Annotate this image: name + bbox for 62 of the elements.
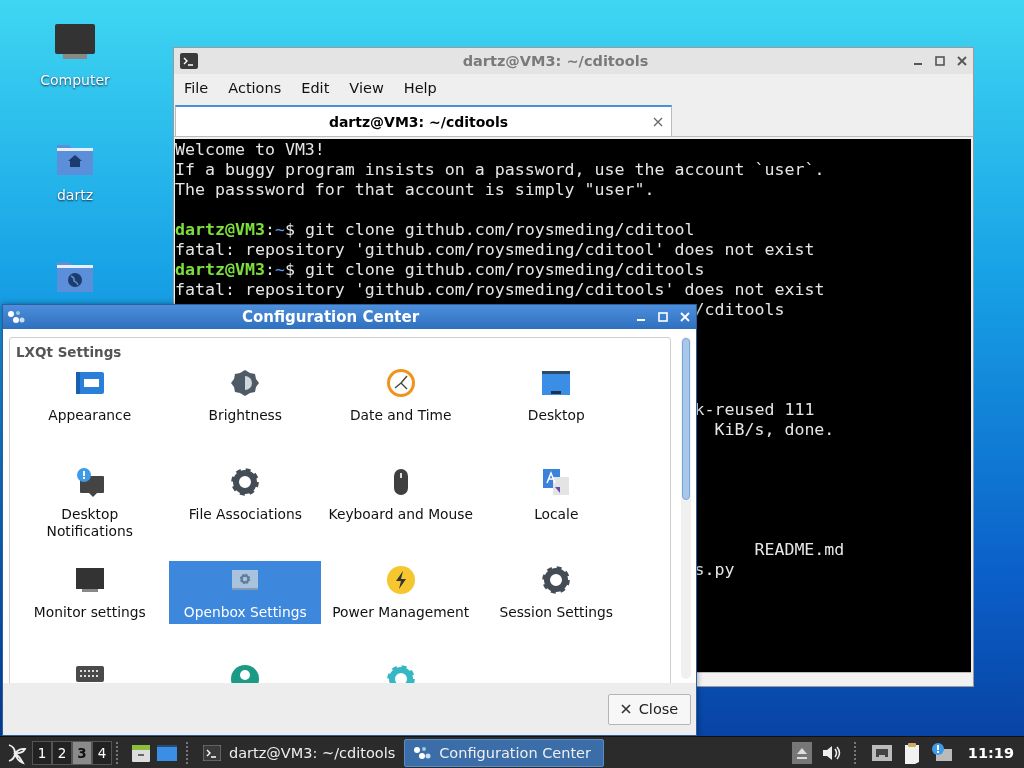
terminal-line: fatal: repository 'github.com/roysmeding/cditools' does not exist [175,280,825,300]
terminal-icon [180,53,198,69]
desktop-switch-button[interactable]: 4 [92,740,112,765]
notification-icon[interactable] [930,742,953,763]
app-logo-icon [7,309,25,325]
settings-item[interactable]: Keyboard and Mouse [324,462,477,526]
desktop-switch-button[interactable]: 3 [72,740,92,765]
network-icon[interactable] [870,742,893,763]
terminal-line: s.py [694,560,735,580]
terminal-line: Welcome to VM3! [175,140,325,160]
scrollbar[interactable] [681,337,691,679]
translate-icon [541,466,572,497]
window-title: dartz@VM3: ~/cditools [461,53,650,69]
close-icon [620,704,631,714]
terminal-line: If a buggy program insists on a password, use the account `user`. [175,160,825,180]
monitor-icon [74,565,105,595]
menu-item[interactable]: Edit [291,78,340,98]
settings-item[interactable]: Desktop Notifications [13,462,166,543]
settings-item[interactable]: File Associations [169,462,322,526]
terminal-line: /cditools [694,300,785,320]
menu-item[interactable]: Actions [218,78,292,98]
settings-item[interactable]: Power Management [324,561,477,624]
settings-item[interactable]: Date and Time [324,364,477,427]
terminal-line: KiB/s, done. [714,420,835,440]
desktop-icon [541,368,572,398]
terminal-line: dartz@VM3:~$ git clone github.com/roysmeding/cditool [175,220,695,240]
task-button[interactable]: dartz@VM3: ~/cditools [194,738,405,767]
terminal-line: The passsword for that account is simply "user". [175,180,655,200]
brightness-icon [230,368,261,398]
task-button[interactable]: Configuration Center [404,738,605,767]
gear-icon [541,565,572,595]
settings-item[interactable]: Locale [480,462,633,526]
volume-icon[interactable] [820,743,841,762]
menu-item[interactable]: Help [393,78,447,98]
monitor-icon [53,22,97,62]
terminal-icon [203,744,221,761]
terminal-tab[interactable]: dartz@VM3: ~/cditools [175,105,672,136]
gear-icon [230,466,261,497]
desktop-switch-button[interactable]: 1 [32,740,52,765]
clock-icon [385,368,416,398]
settings-item[interactable]: Session Settings [480,561,633,624]
close-icon[interactable] [957,56,967,66]
menu-item[interactable]: View [339,78,394,98]
window-title: Configuration Center [240,308,421,326]
terminal-line: fatal: repository 'github.com/roysmeding/cditool' does not exist [175,240,815,260]
settings-item[interactable]: Desktop [480,364,633,427]
app-logo-icon [413,744,432,761]
settings-item[interactable]: Appearance [13,364,166,427]
settings-item[interactable]: Openbox Settings [169,561,322,624]
clock[interactable]: 11:19 [967,744,1014,761]
notification-icon [74,466,105,497]
menu-item[interactable]: File [174,78,219,98]
close-icon[interactable] [653,116,663,127]
desktop-switch-button[interactable]: 2 [52,740,72,765]
close-button[interactable]: Close [608,693,691,725]
settings-item[interactable]: Monitor settings [13,561,166,624]
maximize-icon[interactable] [935,56,945,66]
terminal-line: README.md [754,540,845,560]
group-title: LXQt Settings [16,344,122,360]
lightning-icon [385,565,416,595]
terminal-line: dartz@VM3:~$ git clone github.com/roysmeding/cditools [175,260,705,280]
settings-item[interactable]: Brightness [169,364,322,427]
